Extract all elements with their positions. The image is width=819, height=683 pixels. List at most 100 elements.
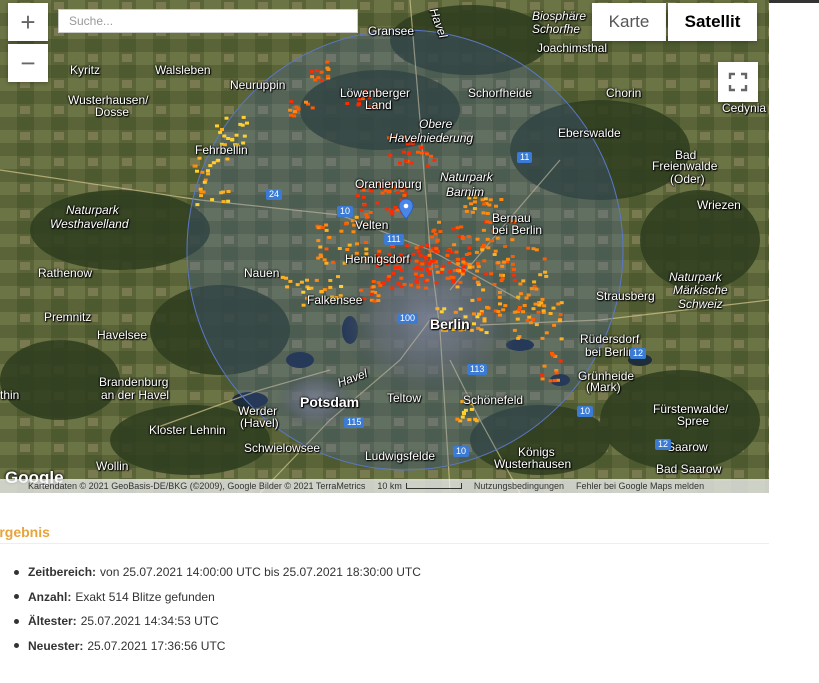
lightning-strike-marker — [511, 262, 515, 266]
lightning-strike-marker — [435, 238, 440, 242]
lightning-strike-marker — [301, 303, 306, 307]
lightning-strike-marker — [418, 254, 423, 257]
zoom-in-button[interactable]: + — [8, 3, 48, 41]
lightning-strike-marker — [498, 313, 502, 317]
result-value: 25.07.2021 17:36:56 UTC — [87, 638, 226, 653]
lightning-strike-marker — [305, 296, 309, 300]
terms-link[interactable]: Nutzungsbedingungen — [474, 481, 564, 491]
maptype-map-button[interactable]: Karte — [592, 3, 666, 41]
lightning-strike-marker — [516, 295, 521, 299]
lightning-strike-marker — [477, 297, 482, 301]
lightning-strike-marker — [386, 277, 391, 281]
result-label: Anzahl: — [28, 589, 72, 604]
lightning-strike-marker — [393, 205, 398, 209]
lightning-strike-marker — [416, 267, 421, 271]
lightning-strike-marker — [220, 128, 224, 131]
lightning-strike-marker — [330, 295, 335, 299]
lightning-strike-marker — [497, 295, 502, 299]
lightning-strike-marker — [428, 267, 433, 271]
lightning-strike-marker — [416, 285, 421, 289]
lightning-strike-marker — [318, 253, 323, 257]
lightning-strike-marker — [391, 256, 396, 260]
lightning-strike-marker — [313, 78, 317, 82]
lightning-strike-marker — [451, 279, 456, 283]
lightning-strike-marker — [479, 328, 484, 332]
lightning-strike-marker — [540, 297, 545, 301]
lightning-strike-marker — [292, 114, 297, 118]
lightning-strike-marker — [445, 253, 450, 257]
lightning-strike-marker — [454, 250, 459, 254]
lightning-strike-marker — [481, 211, 486, 215]
search-input[interactable] — [58, 9, 358, 33]
lightning-strike-marker — [497, 290, 502, 294]
lightning-strike-marker — [551, 306, 556, 310]
lightning-strike-marker — [394, 260, 399, 264]
lightning-strike-marker — [476, 262, 481, 266]
lightning-strike-marker — [522, 304, 527, 307]
lightning-strike-marker — [506, 257, 510, 261]
result-label: Neuester: — [28, 638, 84, 653]
fullscreen-button[interactable] — [718, 62, 758, 102]
lightning-strike-marker — [222, 134, 227, 138]
lightning-strike-marker — [482, 259, 487, 263]
report-error-link[interactable]: Fehler bei Google Maps melden — [576, 481, 704, 491]
lightning-strike-marker — [466, 235, 471, 239]
lightning-strike-marker — [320, 79, 325, 83]
road-shield: 12 — [655, 439, 672, 450]
lightning-strike-marker — [398, 253, 403, 257]
lightning-strike-marker — [435, 307, 440, 311]
result-label: Ältester: — [28, 614, 77, 629]
lightning-strike-marker — [439, 310, 444, 314]
maptype-satellite-button[interactable]: Satellit — [668, 3, 757, 41]
lightning-strike-marker — [472, 322, 476, 326]
lightning-strike-marker — [452, 243, 457, 247]
lightning-strike-marker — [424, 286, 429, 290]
road-shield: 11 — [517, 152, 533, 163]
lightning-strike-marker — [371, 280, 376, 283]
lightning-strike-marker — [512, 225, 517, 228]
lightning-strike-marker — [481, 288, 486, 292]
lightning-strike-marker — [355, 242, 359, 246]
lightning-strike-marker — [485, 212, 490, 215]
lightning-strike-marker — [371, 285, 376, 289]
lightning-strike-marker — [558, 313, 563, 317]
lightning-strike-marker — [428, 249, 433, 253]
map-canvas[interactable]: Kyritz Walsleben Wusterhausen/Dosse Neurupp… — [0, 0, 769, 493]
lightning-strike-marker — [379, 185, 384, 189]
lightning-strike-marker — [458, 307, 463, 311]
lightning-strike-marker — [498, 302, 502, 306]
lightning-strike-marker — [460, 400, 465, 404]
lightning-strike-marker — [396, 190, 400, 194]
lightning-strike-marker — [445, 276, 450, 280]
lightning-strike-marker — [361, 97, 365, 101]
road-shield: 115 — [344, 417, 365, 428]
map-data-credit: Kartendaten © 2021 GeoBasis-DE/BKG (©200… — [28, 481, 366, 491]
lightning-strike-marker — [406, 151, 411, 154]
lightning-strike-marker — [233, 144, 238, 148]
lightning-strike-marker — [199, 194, 204, 198]
lightning-strike-marker — [377, 249, 382, 253]
lightning-strike-marker — [413, 272, 418, 276]
lightning-strike-marker — [416, 249, 421, 253]
lightning-strike-marker — [411, 252, 416, 256]
lightning-strike-marker — [483, 197, 488, 201]
lightning-strike-marker — [456, 268, 460, 272]
lightning-strike-marker — [529, 287, 534, 291]
zoom-out-button[interactable]: − — [8, 44, 48, 82]
lightning-strike-marker — [224, 116, 229, 120]
lightning-strike-marker — [368, 188, 373, 192]
lightning-strike-marker — [433, 232, 438, 236]
lightning-strike-marker — [387, 252, 392, 256]
lightning-strike-marker — [475, 315, 480, 319]
lightning-strike-marker — [455, 226, 460, 230]
lightning-strike-marker — [512, 279, 517, 282]
lightning-strike-marker — [376, 294, 381, 298]
lightning-strike-marker — [288, 108, 293, 112]
lightning-strike-marker — [410, 142, 415, 146]
lightning-strike-marker — [553, 379, 557, 383]
lightning-strike-marker — [363, 222, 368, 226]
lightning-strike-marker — [516, 336, 521, 340]
lightning-strike-marker — [463, 205, 468, 209]
lightning-strike-marker — [461, 269, 466, 273]
lightning-strike-marker — [230, 137, 235, 141]
